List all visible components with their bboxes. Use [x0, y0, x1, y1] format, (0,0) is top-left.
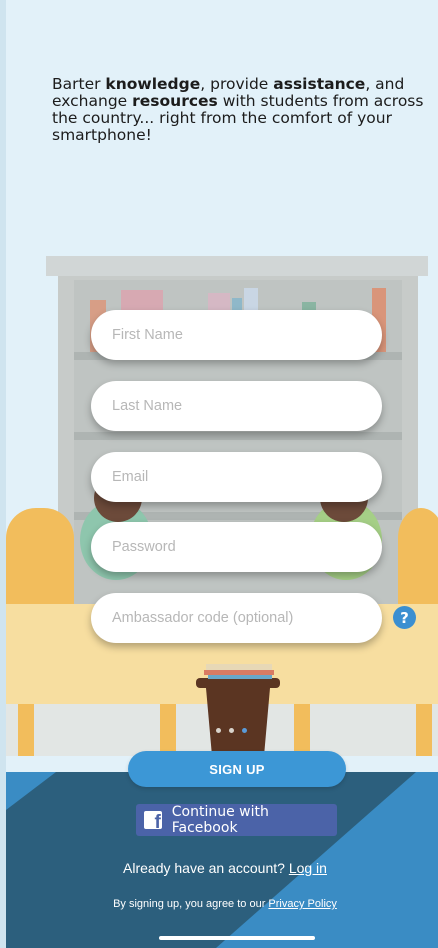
last-name-field[interactable] — [91, 381, 382, 431]
question-circle-icon[interactable]: ? — [393, 606, 416, 629]
ambassador-code-field[interactable] — [91, 593, 382, 643]
terms-notice: By signing up, you agree to our Privacy … — [6, 898, 438, 910]
terms-text: By signing up, you agree to our — [113, 898, 269, 910]
tagline-text: Barter — [52, 75, 106, 93]
first-name-input[interactable] — [112, 327, 382, 343]
password-input[interactable] — [112, 539, 382, 555]
tagline-bold-assistance: assistance — [273, 75, 366, 93]
facebook-login-button[interactable]: f Continue with Facebook — [136, 804, 337, 836]
first-name-field[interactable] — [91, 310, 382, 360]
tagline-text: , provide — [200, 75, 274, 93]
email-input[interactable] — [112, 469, 382, 485]
login-prompt: Already have an account? Log in — [6, 860, 438, 876]
sign-up-button[interactable]: SIGN UP — [128, 751, 346, 787]
tagline: Barter knowledge, provide assistance, an… — [52, 76, 432, 144]
ambassador-code-input[interactable] — [112, 610, 382, 626]
page-dot — [229, 728, 234, 733]
page-dot — [216, 728, 221, 733]
page-indicator — [216, 728, 247, 733]
password-field[interactable] — [91, 522, 382, 572]
facebook-logo-icon: f — [144, 811, 162, 829]
facebook-button-label: Continue with Facebook — [171, 804, 269, 836]
login-prompt-text: Already have an account? — [123, 860, 289, 876]
home-indicator[interactable] — [159, 936, 315, 940]
page-dot-active — [242, 728, 247, 733]
last-name-input[interactable] — [112, 398, 382, 414]
signup-screen: Barter knowledge, provide assistance, an… — [0, 0, 438, 948]
tagline-bold-resources: resources — [132, 92, 218, 110]
login-link[interactable]: Log in — [289, 860, 327, 876]
tagline-bold-knowledge: knowledge — [105, 75, 201, 93]
email-field[interactable] — [91, 452, 382, 502]
privacy-policy-link[interactable]: Privacy Policy — [268, 898, 336, 910]
